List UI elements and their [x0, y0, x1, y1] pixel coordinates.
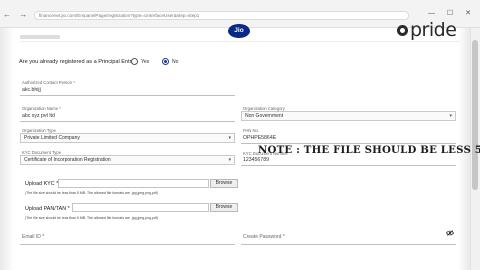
chevron-down-icon: ▾ — [228, 135, 231, 141]
email-underline[interactable] — [20, 244, 235, 245]
file-size-note: NOTE : THE FILE SHOULD BE LESS 5MB — [258, 144, 480, 156]
password-underline[interactable] — [241, 244, 456, 245]
email-label: Email ID * — [22, 234, 45, 240]
upload-pan-hint: (The file size should be less than 5 MB.… — [25, 216, 159, 220]
address-bar[interactable]: financenet.jio.com/EmpanelPage/registrat… — [34, 11, 409, 20]
org-name-label: Organization Name * — [22, 106, 61, 111]
auth-person-input[interactable]: akc.bhijj — [22, 87, 41, 93]
kyc-number-underline — [241, 165, 456, 166]
auth-person-underline — [20, 95, 235, 96]
upload-pan-label: Upload PAN/TAN * — [25, 206, 70, 212]
auth-person-label: Authorized Contact Person * — [22, 80, 75, 85]
pan-no-input[interactable]: OPHPE5864E — [243, 135, 276, 141]
upload-pan-browse-button[interactable]: Browse — [210, 203, 238, 212]
kyc-type-value: Certificate of Incorporation Registratio… — [24, 157, 111, 163]
jio-logo: Jio — [228, 24, 250, 38]
upload-kyc-browse-button[interactable]: Browse — [210, 179, 238, 188]
kyc-type-select[interactable]: Certificate of Incorporation Registratio… — [20, 155, 235, 165]
header-divider — [20, 41, 460, 42]
pride-mark-icon — [397, 25, 408, 36]
chevron-down-icon: ▾ — [228, 157, 231, 163]
org-type-select[interactable]: Private Limited Company ▾ — [20, 133, 235, 143]
upload-pan-file-field[interactable] — [72, 203, 209, 212]
kyc-number-input[interactable]: 123456789 — [243, 157, 269, 163]
upload-kyc-label: Upload KYC * — [25, 181, 59, 187]
header-placeholder — [20, 35, 60, 39]
window-controls[interactable]: — ☐ ✕ — [428, 9, 476, 17]
chevron-down-icon: ▾ — [449, 113, 452, 119]
principal-entry-question: Are you already registered as a Principa… — [19, 59, 138, 65]
org-category-select[interactable]: Non Government ▾ — [241, 111, 456, 121]
left-shadow — [0, 28, 14, 270]
scrollbar-thumb[interactable] — [472, 40, 478, 190]
pride-logo-text: pride — [410, 19, 457, 41]
org-category-value: Non Government — [245, 113, 284, 119]
eye-icon[interactable] — [446, 230, 454, 236]
pan-no-label: PAN No. — [243, 128, 259, 133]
radio-yes[interactable] — [131, 58, 138, 65]
org-type-value: Private Limited Company — [24, 135, 80, 141]
upload-kyc-hint: (The file size should be less than 5 MB.… — [25, 191, 159, 195]
org-name-underline — [20, 121, 235, 122]
upload-kyc-file-field[interactable] — [58, 179, 209, 188]
radio-yes-label: Yes — [141, 59, 150, 65]
password-label: Create Password * — [243, 234, 285, 240]
radio-no-label: No — [172, 59, 179, 65]
radio-no[interactable] — [162, 58, 169, 65]
org-name-input[interactable]: abc xyz pvt ltd — [22, 113, 55, 119]
